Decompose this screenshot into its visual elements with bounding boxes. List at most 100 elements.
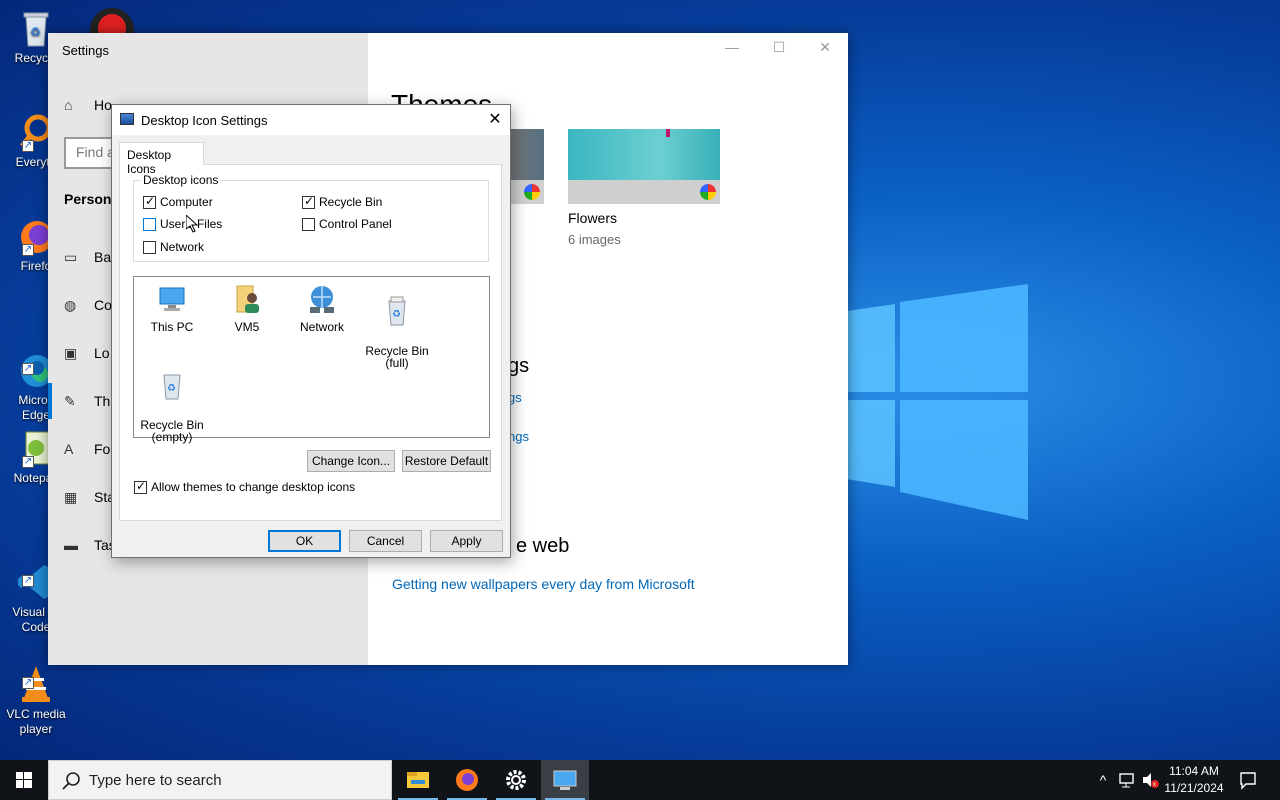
sidebar-item-start[interactable]: ▦ Sta — [64, 489, 115, 506]
shortcut-arrow-icon: ↗ — [22, 244, 34, 256]
color-wheel-icon — [700, 184, 716, 200]
search-placeholder: Type here to search — [89, 772, 222, 789]
palette-icon: ◍ — [64, 297, 77, 313]
list-item-network[interactable]: Network — [282, 283, 362, 333]
start-grid-icon: ▦ — [64, 489, 78, 505]
this-pc-icon — [156, 283, 188, 315]
sidebar-item-label: Co — [94, 297, 112, 313]
computer-checkbox[interactable]: Computer — [143, 194, 213, 209]
volume-muted-icon[interactable]: x — [1140, 760, 1162, 800]
network-checkbox[interactable]: Network — [143, 240, 204, 254]
related-link-2[interactable]: ngs — [508, 429, 529, 444]
control-panel-checkbox[interactable]: Control Panel — [302, 217, 392, 231]
desktop-settings-icon — [553, 770, 577, 790]
svg-text:♻: ♻ — [30, 25, 41, 39]
tab-desktop-icons[interactable]: Desktop Icons — [119, 142, 204, 176]
checkbox-box — [143, 217, 156, 231]
checkbox-label: Computer — [160, 195, 213, 209]
tab-panel: Desktop icons Computer Recycle Bin User'… — [119, 164, 502, 521]
taskbar-clock[interactable]: 11:04 AM 11/21/2024 — [1160, 763, 1228, 797]
selected-indicator — [48, 383, 52, 419]
sidebar-item-taskbar[interactable]: ▬ Tas — [64, 537, 116, 553]
checkbox-box — [143, 194, 156, 209]
recycle-bin-checkbox[interactable]: Recycle Bin — [302, 194, 383, 209]
theme-image-count: 6 images — [568, 232, 621, 247]
checkbox-box — [143, 240, 156, 254]
allow-themes-checkbox[interactable]: Allow themes to change desktop icons — [134, 479, 356, 494]
network-tray-icon[interactable] — [1116, 760, 1138, 800]
picture-icon: ▭ — [64, 249, 78, 265]
ok-button[interactable]: OK — [268, 530, 341, 552]
windows-logo-wallpaper — [840, 284, 1028, 520]
home-icon: ⌂ — [64, 97, 73, 113]
desktop-icon-settings-dialog: Desktop Icon Settings ✕ Desktop Icons De… — [111, 104, 511, 558]
notification-center-button[interactable] — [1234, 760, 1262, 800]
shortcut-arrow-icon: ↗ — [22, 575, 34, 587]
taskbar-search-box[interactable]: Type here to search — [48, 760, 392, 800]
checkbox-label: Allow themes to change desktop icons — [151, 480, 356, 494]
shortcut-arrow-icon: ↗ — [22, 363, 34, 375]
taskbar-settings[interactable] — [492, 760, 540, 800]
list-item-recycle-bin-full[interactable]: ♻ Recycle Bin (full) — [357, 283, 437, 369]
icon-label: Recycle Bin (empty) — [140, 418, 204, 444]
checkbox-label: Recycle Bin — [319, 195, 383, 209]
taskbar-desktop-icon-settings[interactable] — [541, 760, 589, 800]
desktop-icon-label: VLC media player — [6, 707, 66, 736]
svg-text:♻: ♻ — [167, 383, 176, 394]
sidebar-item-label: Ho — [94, 97, 112, 113]
close-button[interactable]: ✕ — [802, 39, 848, 61]
taskbar-firefox[interactable] — [443, 760, 491, 800]
icon-label: VM5 — [234, 320, 260, 334]
lock-screen-icon: ▣ — [64, 345, 78, 361]
user-folder-icon — [231, 283, 263, 315]
sidebar-item-lock-screen[interactable]: ▣ Lo — [64, 345, 110, 362]
restore-default-button[interactable]: Restore Default — [402, 450, 491, 472]
recycle-bin-empty-icon: ♻ — [156, 369, 188, 401]
settings-title: Settings — [62, 43, 109, 58]
users-files-checkbox[interactable]: User's Files — [143, 217, 222, 231]
list-item-this-pc[interactable]: This PC — [132, 283, 212, 333]
checkbox-label: Control Panel — [319, 217, 392, 231]
list-item-recycle-bin-empty[interactable]: ♻ Recycle Bin (empty) — [132, 357, 212, 443]
sidebar-item-label: Lo — [94, 345, 110, 361]
taskbar: Type here to search ^ x 11:04 AM 11/21/2… — [0, 760, 1280, 800]
sidebar-item-colors[interactable]: ◍ Co — [64, 297, 112, 314]
apply-button[interactable]: Apply — [430, 530, 503, 552]
sidebar-item-fonts[interactable]: A Fo — [64, 441, 110, 457]
theme-name: Flowers — [568, 210, 618, 226]
network-icon — [306, 283, 338, 315]
shortcut-arrow-icon: ↗ — [22, 456, 34, 468]
web-heading: e web — [516, 535, 570, 557]
checkbox-box — [134, 479, 147, 494]
sidebar-item-home[interactable]: ⌂ Ho — [64, 97, 112, 113]
desktop-icon-label: Firefo — [20, 259, 52, 273]
checkbox-label: Network — [160, 240, 205, 254]
maximize-button[interactable]: ☐ — [756, 39, 802, 61]
list-item-vm5[interactable]: VM5 — [207, 283, 287, 333]
dialog-titlebar[interactable]: Desktop Icon Settings ✕ — [112, 105, 510, 135]
file-explorer-icon — [407, 772, 429, 788]
theme-card-flowers[interactable] — [568, 129, 720, 204]
settings-gear-icon — [506, 770, 526, 790]
wallpapers-link[interactable]: Getting new wallpapers every day from Mi… — [392, 576, 695, 592]
related-settings-heading: gs — [508, 355, 530, 377]
fonts-icon: A — [64, 441, 74, 457]
icon-label: Recycle Bin (full) — [365, 344, 429, 370]
dialog-title: Desktop Icon Settings — [141, 113, 268, 128]
start-button[interactable] — [0, 760, 48, 800]
taskbar-file-explorer[interactable] — [394, 760, 442, 800]
minimize-button[interactable]: — — [709, 39, 755, 61]
checkbox-box — [302, 194, 315, 209]
sidebar-item-background[interactable]: ▭ Ba — [64, 249, 111, 266]
recycle-bin-full-icon: ♻ — [381, 295, 413, 327]
sidebar-item-themes[interactable]: ✎ Th — [64, 393, 110, 410]
desktop-icons-list[interactable]: This PC VM5 Network ♻ Recycle Bin (full)… — [132, 276, 490, 443]
shortcut-arrow-icon: ↗ — [22, 140, 34, 152]
show-hidden-icons-button[interactable]: ^ — [1092, 760, 1114, 800]
clock-date: 11/21/2024 — [1164, 781, 1224, 795]
change-icon-button[interactable]: Change Icon... — [307, 450, 395, 472]
sidebar-item-label: Ba — [94, 249, 112, 265]
dialog-close-button[interactable]: ✕ — [480, 105, 510, 135]
search-icon — [62, 772, 80, 790]
cancel-button[interactable]: Cancel — [349, 530, 422, 552]
